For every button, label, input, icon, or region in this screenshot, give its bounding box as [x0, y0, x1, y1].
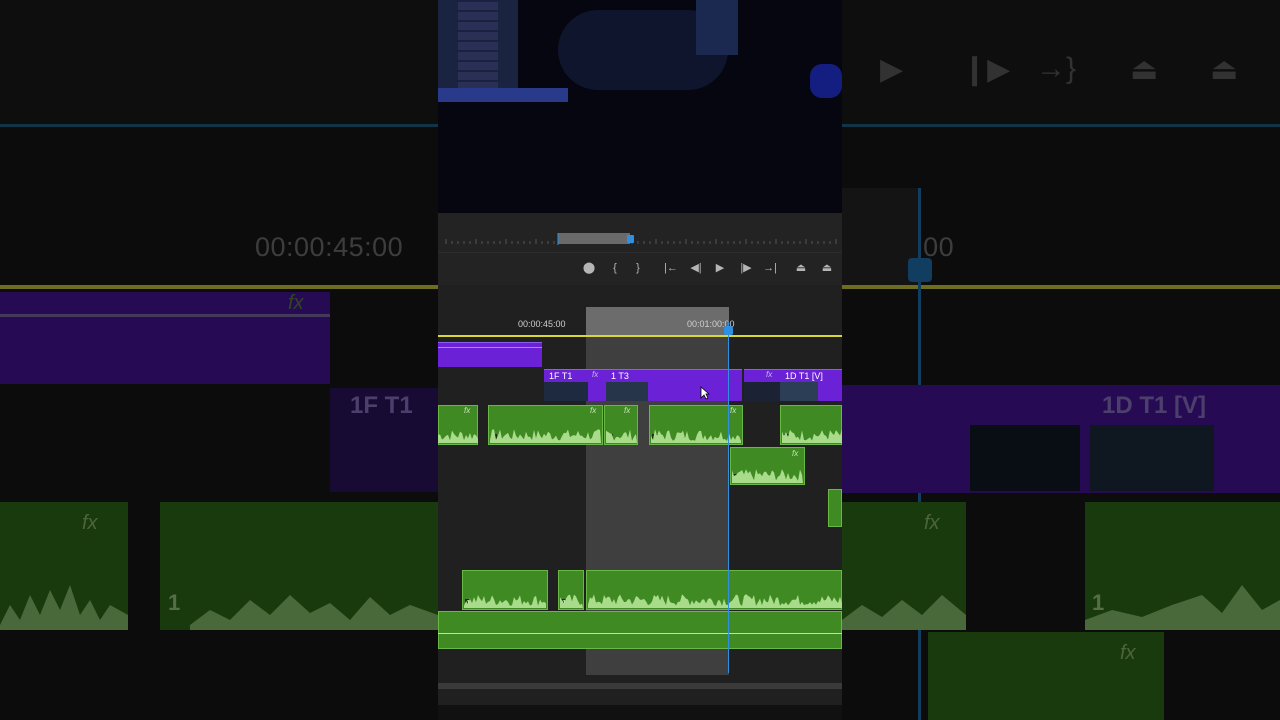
audio-clip[interactable]: 1 fx [730, 447, 805, 485]
go-to-in-icon[interactable]: |← [661, 259, 681, 277]
program-monitor [438, 0, 842, 213]
fx-badge: fx [792, 449, 799, 458]
step-back-icon[interactable]: ◀| [686, 259, 706, 277]
screen: ▶ ❙▶ →} ⏏ ⏏ 00:00:45:00 01:00:00 fx 1F T… [0, 0, 1280, 720]
audio-channel-number: 1 [783, 434, 790, 443]
transport-controls: ⬤ { } |← ◀| ▶ |▶ →| ⏏ ⏏ [438, 253, 842, 285]
clip-thumbnail [606, 382, 648, 401]
step-forward-icon[interactable]: |▶ [736, 259, 756, 277]
play-icon[interactable]: ▶ [710, 259, 730, 277]
fx-badge: fx [730, 406, 737, 415]
audio-clip[interactable]: 1 [780, 405, 842, 445]
marker-icon[interactable]: ⬤ [579, 259, 599, 277]
audio-clip[interactable]: 1 [462, 570, 548, 610]
in-point-icon[interactable]: { [605, 259, 625, 277]
audio-volume-line [438, 633, 842, 634]
audio-clip[interactable]: 1 [488, 405, 603, 445]
monitor-scrub-bar[interactable] [438, 213, 842, 253]
clip-line [438, 347, 542, 348]
bg-video-clip [0, 292, 330, 384]
bg-lift-icon: ⏏ [1130, 53, 1159, 86]
audio-clip[interactable] [438, 405, 478, 445]
audio-channel-number: 1 [607, 434, 614, 443]
bottom-strip [438, 705, 842, 720]
bg-clip-line [0, 314, 330, 317]
lift-icon[interactable]: ⏏ [791, 259, 811, 277]
clip-label: 1D T1 [V] [785, 371, 823, 381]
audio-channel-number: 1 [733, 474, 740, 483]
video-clip-selected[interactable]: 1 T3 [606, 369, 742, 401]
bg-play-icon: ▶ [880, 53, 904, 86]
bg-playhead-head [908, 258, 932, 282]
bg-fx: fx [924, 512, 940, 534]
out-point-icon[interactable]: } [628, 259, 648, 277]
monitor-light [810, 64, 842, 98]
bg-fx: fx [288, 292, 304, 314]
monitor-figure [696, 0, 738, 55]
clip-label: 1 T3 [611, 371, 629, 381]
bg-thumbnail [970, 425, 1080, 491]
bg-timecode: 00:00:45:00 [255, 232, 404, 262]
timeline-panel[interactable]: 00:00:45:00 00:01:00:00 1F T1 1 T3 1D T1… [438, 285, 842, 705]
fx-badge: fx [590, 406, 597, 415]
video-clip[interactable] [438, 342, 542, 367]
audio-channel-number: 1 [465, 599, 472, 608]
bg-extract-icon: ⏏ [1210, 53, 1239, 86]
extract-icon[interactable]: ⏏ [817, 259, 837, 277]
audio-channel-number: 1 [491, 434, 498, 443]
audio-clip[interactable]: 1 [558, 570, 584, 610]
clip-label: 1F T1 [549, 371, 573, 381]
mouse-cursor-icon [700, 386, 710, 400]
bg-waveform [0, 585, 438, 630]
monitor-bed-edge [438, 88, 568, 102]
clip-thumbnail [744, 382, 780, 401]
audio-channel-number: 1 [561, 599, 568, 608]
bg-fx: fx [82, 512, 98, 534]
timeline-scrollbar[interactable] [438, 683, 842, 689]
video-clip[interactable]: 1D T1 [V] [780, 369, 842, 401]
video-clip[interactable] [744, 369, 780, 401]
bg-fx: fx [1120, 642, 1136, 664]
bg-waveform [842, 585, 1280, 630]
audio-clip[interactable]: 1 [604, 405, 638, 445]
fx-badge: fx [624, 406, 631, 415]
go-to-out-icon[interactable]: →| [760, 259, 780, 277]
bg-step-forward-icon: ❙▶ [962, 53, 1011, 86]
bg-go-to-out-icon: →} [1036, 52, 1077, 85]
audio-channel-number: 1 [652, 434, 659, 443]
fx-badge: fx [592, 370, 599, 379]
scrub-ticks [445, 233, 837, 245]
fx-badge: fx [766, 370, 773, 379]
monitor-brick-wall [458, 0, 498, 90]
audio-clip[interactable] [828, 489, 842, 527]
clip-thumbnail [544, 382, 588, 401]
bg-clip-label: 1F T1 [350, 392, 413, 419]
fx-badge: fx [464, 406, 471, 415]
bg-thumbnail [1090, 425, 1214, 491]
ruler-timecode: 00:00:45:00 [518, 319, 566, 329]
scrub-playhead[interactable] [627, 235, 634, 243]
playhead-handle[interactable] [724, 326, 733, 335]
audio-clip[interactable] [438, 611, 842, 649]
audio-clip[interactable] [586, 570, 842, 610]
playhead-line[interactable] [728, 321, 729, 673]
bg-clip-label: 1D T1 [V] [1102, 392, 1207, 419]
premiere-panel: ⬤ { } |← ◀| ▶ |▶ →| ⏏ ⏏ 00:00:45:00 00:0… [438, 0, 842, 720]
clip-thumbnail [780, 382, 818, 401]
work-area-bar[interactable] [438, 335, 842, 337]
